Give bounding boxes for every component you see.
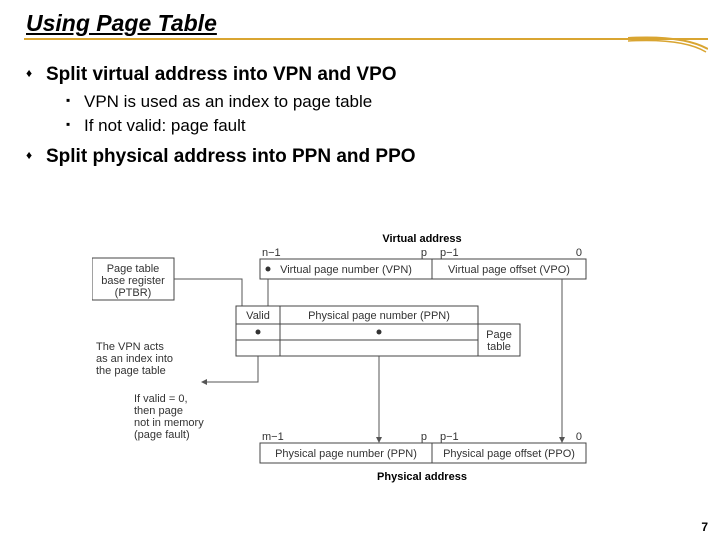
content-area: Split virtual address into VPN and VPO V… <box>0 44 720 168</box>
bullet-split-virtual: Split virtual address into VPN and VPO V… <box>26 64 694 136</box>
page-number: 7 <box>701 520 708 534</box>
title-rule <box>0 38 720 44</box>
pa-bit-p: p <box>421 431 427 443</box>
fault-1: If valid = 0, <box>134 393 188 405</box>
bullet-text: Split virtual address into VPN and VPO <box>46 64 397 85</box>
vpo-box: Virtual page offset (VPO) <box>448 264 570 276</box>
fault-2: then page <box>134 405 183 417</box>
subbullet-vpn-index: VPN is used as an index to page table <box>66 92 694 112</box>
virtual-address-label: Virtual address <box>382 233 461 245</box>
bullet-split-physical: Split physical address into PPN and PPO <box>26 146 694 168</box>
fault-4: (page fault) <box>134 429 190 441</box>
ptbr-line3: (PTBR) <box>115 287 152 299</box>
fault-3: not in memory <box>134 417 204 429</box>
ptbr-line1: Page table <box>107 263 160 275</box>
vpn-note-2: as an index into <box>96 353 173 365</box>
va-bit-p: p <box>421 247 427 259</box>
corner-swoosh <box>628 35 708 53</box>
vpn-note-1: The VPN acts <box>96 341 164 353</box>
va-bit-p-1: p−1 <box>440 247 459 259</box>
ppn-box: Physical page number (PPN) <box>275 448 417 460</box>
slide-title: Using Page Table <box>0 0 720 40</box>
pa-bit-m-1: m−1 <box>262 431 284 443</box>
ptbr-line2: base register <box>101 275 165 287</box>
va-bit-n-1: n−1 <box>262 247 281 259</box>
ppo-box: Physical page offset (PPO) <box>443 448 575 460</box>
page-table-tab-2: table <box>487 341 511 353</box>
valid-header: Valid <box>246 310 270 322</box>
physical-address-label: Physical address <box>377 471 467 483</box>
va-bit-0: 0 <box>576 247 582 259</box>
address-translation-diagram: Virtual address n−1 p p−1 0 Virtual page… <box>92 232 652 502</box>
vpn-note-3: the page table <box>96 365 166 377</box>
subbullet-page-fault: If not valid: page fault <box>66 116 694 136</box>
pa-bit-p-1: p−1 <box>440 431 459 443</box>
page-table-tab-1: Page <box>486 329 512 341</box>
vpn-box: Virtual page number (VPN) <box>280 264 412 276</box>
ppn-header: Physical page number (PPN) <box>308 310 450 322</box>
pa-bit-0: 0 <box>576 431 582 443</box>
